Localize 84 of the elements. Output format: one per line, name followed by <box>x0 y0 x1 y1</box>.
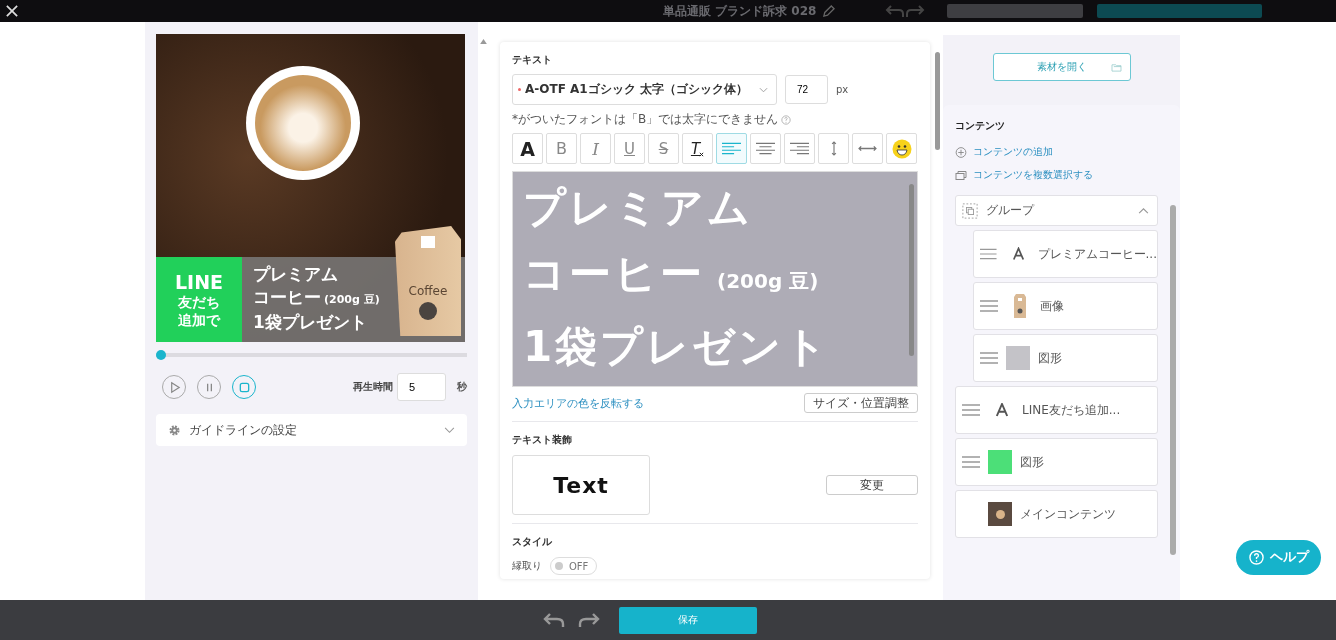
bold-button[interactable]: B <box>546 133 577 164</box>
add-contents-link[interactable]: コンテンツの追加 <box>973 145 1053 159</box>
align-right-button[interactable] <box>784 133 815 164</box>
group-item[interactable]: グループ <box>955 195 1158 226</box>
content-item[interactable]: 図形 <box>955 438 1158 486</box>
scrollbar[interactable] <box>935 52 940 150</box>
drag-handle-icon[interactable] <box>980 352 998 364</box>
content-item[interactable]: 画像 <box>973 282 1158 330</box>
badge-text: 追加で <box>178 310 220 329</box>
align-left-button[interactable] <box>716 133 747 164</box>
section-title: テキスト <box>512 53 553 67</box>
align-right-icon <box>790 142 809 155</box>
font-size-field[interactable]: 72 <box>785 75 828 104</box>
coffee-bag-drawing: Coffee <box>395 226 461 336</box>
folder-icon <box>1110 63 1122 72</box>
align-center-icon <box>756 142 775 155</box>
scroll-up-arrow-icon[interactable] <box>480 39 487 44</box>
coffee-bag-thumbnail <box>1011 293 1029 319</box>
banner-text: コーヒー (200g 豆) <box>253 286 380 309</box>
multi-select-link[interactable]: コンテンツを複数選択する <box>973 168 1093 182</box>
text-style-preview: Text <box>512 455 650 515</box>
duration-field[interactable]: 5 <box>397 373 446 401</box>
font-note: *がついたフォントは「B」では太字にできません <box>512 111 779 128</box>
outline-label: 縁取り <box>512 559 542 573</box>
close-icon[interactable] <box>6 5 18 17</box>
letter-icon <box>996 403 1008 417</box>
undo-icon[interactable] <box>543 612 565 628</box>
drag-handle-icon[interactable] <box>980 248 997 260</box>
section-title: テキスト装飾 <box>512 433 573 447</box>
help-icon[interactable] <box>781 114 792 125</box>
photo-thumbnail <box>988 502 1012 526</box>
line-height-button[interactable] <box>818 133 849 164</box>
align-center-button[interactable] <box>750 133 781 164</box>
vertical-arrows-icon <box>830 141 837 156</box>
text-line: プレミアム <box>523 182 754 234</box>
chevron-icon <box>444 426 455 434</box>
content-item[interactable]: メインコンテンツ <box>955 490 1158 538</box>
group-icon <box>962 202 978 219</box>
gear-icon <box>168 423 181 437</box>
drag-handle-icon[interactable] <box>962 404 980 416</box>
section-title: スタイル <box>512 535 553 549</box>
chevron-icon <box>759 86 768 93</box>
clear-x-icon <box>699 152 705 157</box>
scrollbar[interactable] <box>1170 205 1176 555</box>
progress-track[interactable] <box>156 350 467 360</box>
drag-handle-icon[interactable] <box>962 456 980 468</box>
layers-icon <box>955 169 967 181</box>
invert-color-link[interactable]: 入力エリアの色を反転する <box>512 395 644 411</box>
underline-button[interactable]: U <box>614 133 645 164</box>
smiley-icon <box>891 138 912 159</box>
text-line: コーヒー (200g 豆) <box>523 248 820 300</box>
font-select[interactable]: A-OTF A1ゴシック 太字（ゴシック体） <box>512 74 777 105</box>
letter-spacing-button[interactable] <box>852 133 883 164</box>
document-title: 単品通販 ブランド訴求 028 <box>663 2 817 20</box>
content-item[interactable]: 図形 <box>973 334 1158 382</box>
duration-unit: 秒 <box>457 380 467 394</box>
scrollbar[interactable] <box>909 184 914 356</box>
unit-label: px <box>836 84 849 95</box>
align-left-icon <box>722 142 741 155</box>
banner-text: 1袋プレゼント <box>253 311 368 334</box>
help-icon <box>1248 550 1264 565</box>
color-button[interactable]: A <box>512 133 543 164</box>
pencil-icon[interactable] <box>822 4 836 18</box>
guideline-settings[interactable]: ガイドラインの設定 <box>156 414 467 446</box>
text-line: 1袋プレゼント <box>523 321 832 373</box>
stop-icon <box>237 380 251 394</box>
drag-handle-icon[interactable] <box>980 300 998 312</box>
letter-icon <box>1012 247 1024 261</box>
change-button[interactable]: 変更 <box>826 475 918 495</box>
clear-button[interactable]: T <box>682 133 713 164</box>
emoji-button[interactable] <box>886 133 917 164</box>
content-item[interactable]: LINE友だち追加... <box>955 386 1158 434</box>
panel-title: コンテンツ <box>955 119 1006 133</box>
content-item[interactable]: プレミアムコーヒー... <box>973 230 1158 278</box>
add-icon <box>955 146 967 158</box>
progress-handle[interactable] <box>156 350 166 360</box>
banner-text: プレミアム <box>253 263 339 286</box>
badge-text: 友だち <box>178 292 220 311</box>
italic-button[interactable]: I <box>580 133 611 164</box>
badge-text: LINE <box>174 270 224 293</box>
duration-label: 再生時間 <box>353 380 393 394</box>
redo-icon[interactable] <box>578 612 600 628</box>
strike-button[interactable]: S <box>648 133 679 164</box>
size-position-button[interactable]: サイズ・位置調整 <box>804 393 918 413</box>
